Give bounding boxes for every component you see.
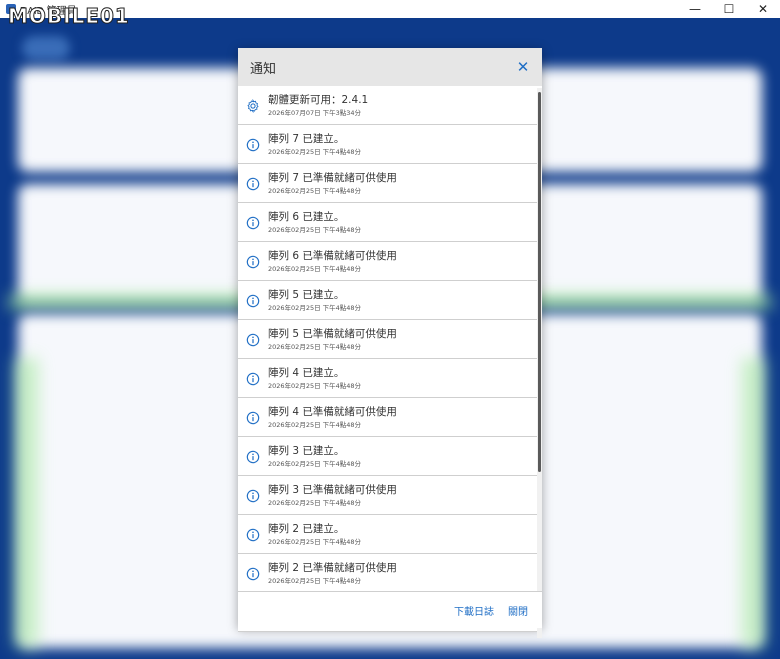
notification-title: 陣列 7 已準備就緒可供使用 (268, 171, 397, 184)
notification-title: 陣列 4 已準備就緒可供使用 (268, 405, 397, 418)
notification-title: 韌體更新可用：2.4.1 (268, 93, 369, 106)
info-icon (246, 176, 260, 191)
notification-text: 陣列 3 已建立。 2026年02月25日 下午4點48分 (268, 444, 361, 469)
notification-text: 陣列 6 已準備就緒可供使用 2026年02月25日 下午4點48分 (268, 249, 397, 274)
notification-item[interactable]: 陣列 5 已建立。 2026年02月25日 下午4點48分 (238, 281, 537, 320)
notification-text: 韌體更新可用：2.4.1 2026年07月07日 下午3點34分 (268, 93, 368, 118)
notification-time: 2026年02月25日 下午4點48分 (268, 537, 362, 546)
gear-icon (246, 98, 260, 114)
notification-text: 陣列 3 已準備就緒可供使用 2026年02月25日 下午4點48分 (268, 483, 397, 508)
window-controls: — ☐ ✕ (678, 0, 780, 18)
info-icon (246, 293, 260, 308)
blurred-green-edge-left (14, 358, 38, 648)
notification-time: 2026年02月25日 下午4點48分 (268, 381, 362, 390)
notification-item[interactable]: 陣列 7 已建立。 2026年02月25日 下午4點48分 (238, 125, 537, 164)
notification-title: 陣列 6 已準備就緒可供使用 (268, 249, 397, 262)
notification-item[interactable]: 陣列 5 已準備就緒可供使用 2026年02月25日 下午4點48分 (238, 320, 537, 359)
blurred-header-pill (22, 36, 70, 60)
notification-time: 2026年02月25日 下午4點48分 (268, 303, 362, 312)
blurred-green-edge-right (742, 358, 766, 648)
info-icon (246, 449, 260, 464)
notification-item[interactable]: 陣列 6 已準備就緒可供使用 2026年02月25日 下午4點48分 (238, 242, 537, 281)
close-button[interactable]: 關閉 (508, 603, 528, 618)
notification-list: 韌體更新可用：2.4.1 2026年07月07日 下午3點34分陣列 7 已建立。… (238, 86, 537, 632)
dialog-header: 通知 ✕ (238, 48, 542, 86)
notification-text: 陣列 6 已建立。 2026年02月25日 下午4點48分 (268, 210, 361, 235)
notification-title: 陣列 6 已建立。 (268, 210, 345, 223)
notification-title: 陣列 3 已準備就緒可供使用 (268, 483, 397, 496)
watermark-logo: MOBILE01 (8, 4, 130, 28)
notification-item[interactable]: 陣列 4 已建立。 2026年02月25日 下午4點48分 (238, 359, 537, 398)
close-icon[interactable]: ✕ (516, 58, 530, 76)
info-icon (246, 254, 260, 269)
notification-time: 2026年07月07日 下午3點34分 (268, 108, 362, 117)
notification-title: 陣列 5 已建立。 (268, 288, 345, 301)
notification-text: 陣列 4 已準備就緒可供使用 2026年02月25日 下午4點48分 (268, 405, 397, 430)
notification-title: 陣列 7 已建立。 (268, 132, 345, 145)
notification-list-area[interactable]: 韌體更新可用：2.4.1 2026年07月07日 下午3點34分陣列 7 已建立。… (238, 86, 542, 639)
notification-item[interactable]: 陣列 3 已建立。 2026年02月25日 下午4點48分 (238, 437, 537, 476)
window-close-button[interactable]: ✕ (746, 0, 780, 18)
notification-time: 2026年02月25日 下午4點48分 (268, 264, 362, 273)
notification-title: 陣列 2 已建立。 (268, 522, 345, 535)
notification-title: 陣列 5 已準備就緒可供使用 (268, 327, 397, 340)
dialog-footer: 下載日誌 關閉 (238, 591, 542, 628)
maximize-button[interactable]: ☐ (712, 0, 746, 18)
notification-time: 2026年02月25日 下午4點48分 (268, 576, 362, 585)
notification-time: 2026年02月25日 下午4點48分 (268, 342, 362, 351)
scrollbar-thumb[interactable] (538, 92, 541, 472)
minimize-button[interactable]: — (678, 0, 712, 18)
notification-item[interactable]: 陣列 6 已建立。 2026年02月25日 下午4點48分 (238, 203, 537, 242)
notification-dialog: 通知 ✕ 韌體更新可用：2.4.1 2026年07月07日 下午3點34分陣列 7… (238, 48, 542, 638)
notification-time: 2026年02月25日 下午4點48分 (268, 459, 362, 468)
notification-text: 陣列 2 已準備就緒可供使用 2026年02月25日 下午4點48分 (268, 561, 397, 586)
notification-title: 陣列 2 已準備就緒可供使用 (268, 561, 397, 574)
scrollbar-track[interactable] (537, 88, 542, 638)
dialog-title: 通知 (250, 61, 277, 77)
notification-text: 陣列 5 已建立。 2026年02月25日 下午4點48分 (268, 288, 361, 313)
info-icon (246, 137, 260, 152)
notification-title: 陣列 4 已建立。 (268, 366, 345, 379)
notification-text: 陣列 7 已準備就緒可供使用 2026年02月25日 下午4點48分 (268, 171, 397, 196)
info-icon (246, 566, 260, 581)
notification-text: 陣列 7 已建立。 2026年02月25日 下午4點48分 (268, 132, 361, 157)
notification-time: 2026年02月25日 下午4點48分 (268, 147, 362, 156)
info-icon (246, 332, 260, 347)
notification-text: 陣列 2 已建立。 2026年02月25日 下午4點48分 (268, 522, 361, 547)
notification-item[interactable]: 韌體更新可用：2.4.1 2026年07月07日 下午3點34分 (238, 86, 537, 125)
notification-item[interactable]: 陣列 2 已準備就緒可供使用 2026年02月25日 下午4點48分 (238, 554, 537, 593)
notification-time: 2026年02月25日 下午4點48分 (268, 420, 362, 429)
notification-item[interactable]: 陣列 2 已建立。 2026年02月25日 下午4點48分 (238, 515, 537, 554)
notification-text: 陣列 4 已建立。 2026年02月25日 下午4點48分 (268, 366, 361, 391)
notification-item[interactable]: 陣列 3 已準備就緒可供使用 2026年02月25日 下午4點48分 (238, 476, 537, 515)
notification-time: 2026年02月25日 下午4點48分 (268, 186, 362, 195)
notification-item[interactable]: 陣列 7 已準備就緒可供使用 2026年02月25日 下午4點48分 (238, 164, 537, 203)
info-icon (246, 527, 260, 542)
notification-time: 2026年02月25日 下午4點48分 (268, 225, 362, 234)
info-icon (246, 488, 260, 503)
notification-text: 陣列 5 已準備就緒可供使用 2026年02月25日 下午4點48分 (268, 327, 397, 352)
notification-time: 2026年02月25日 下午4點48分 (268, 498, 362, 507)
info-icon (246, 410, 260, 425)
download-log-button[interactable]: 下載日誌 (454, 603, 494, 618)
info-icon (246, 371, 260, 386)
notification-title: 陣列 3 已建立。 (268, 444, 345, 457)
info-icon (246, 215, 260, 230)
notification-item[interactable]: 陣列 4 已準備就緒可供使用 2026年02月25日 下午4點48分 (238, 398, 537, 437)
